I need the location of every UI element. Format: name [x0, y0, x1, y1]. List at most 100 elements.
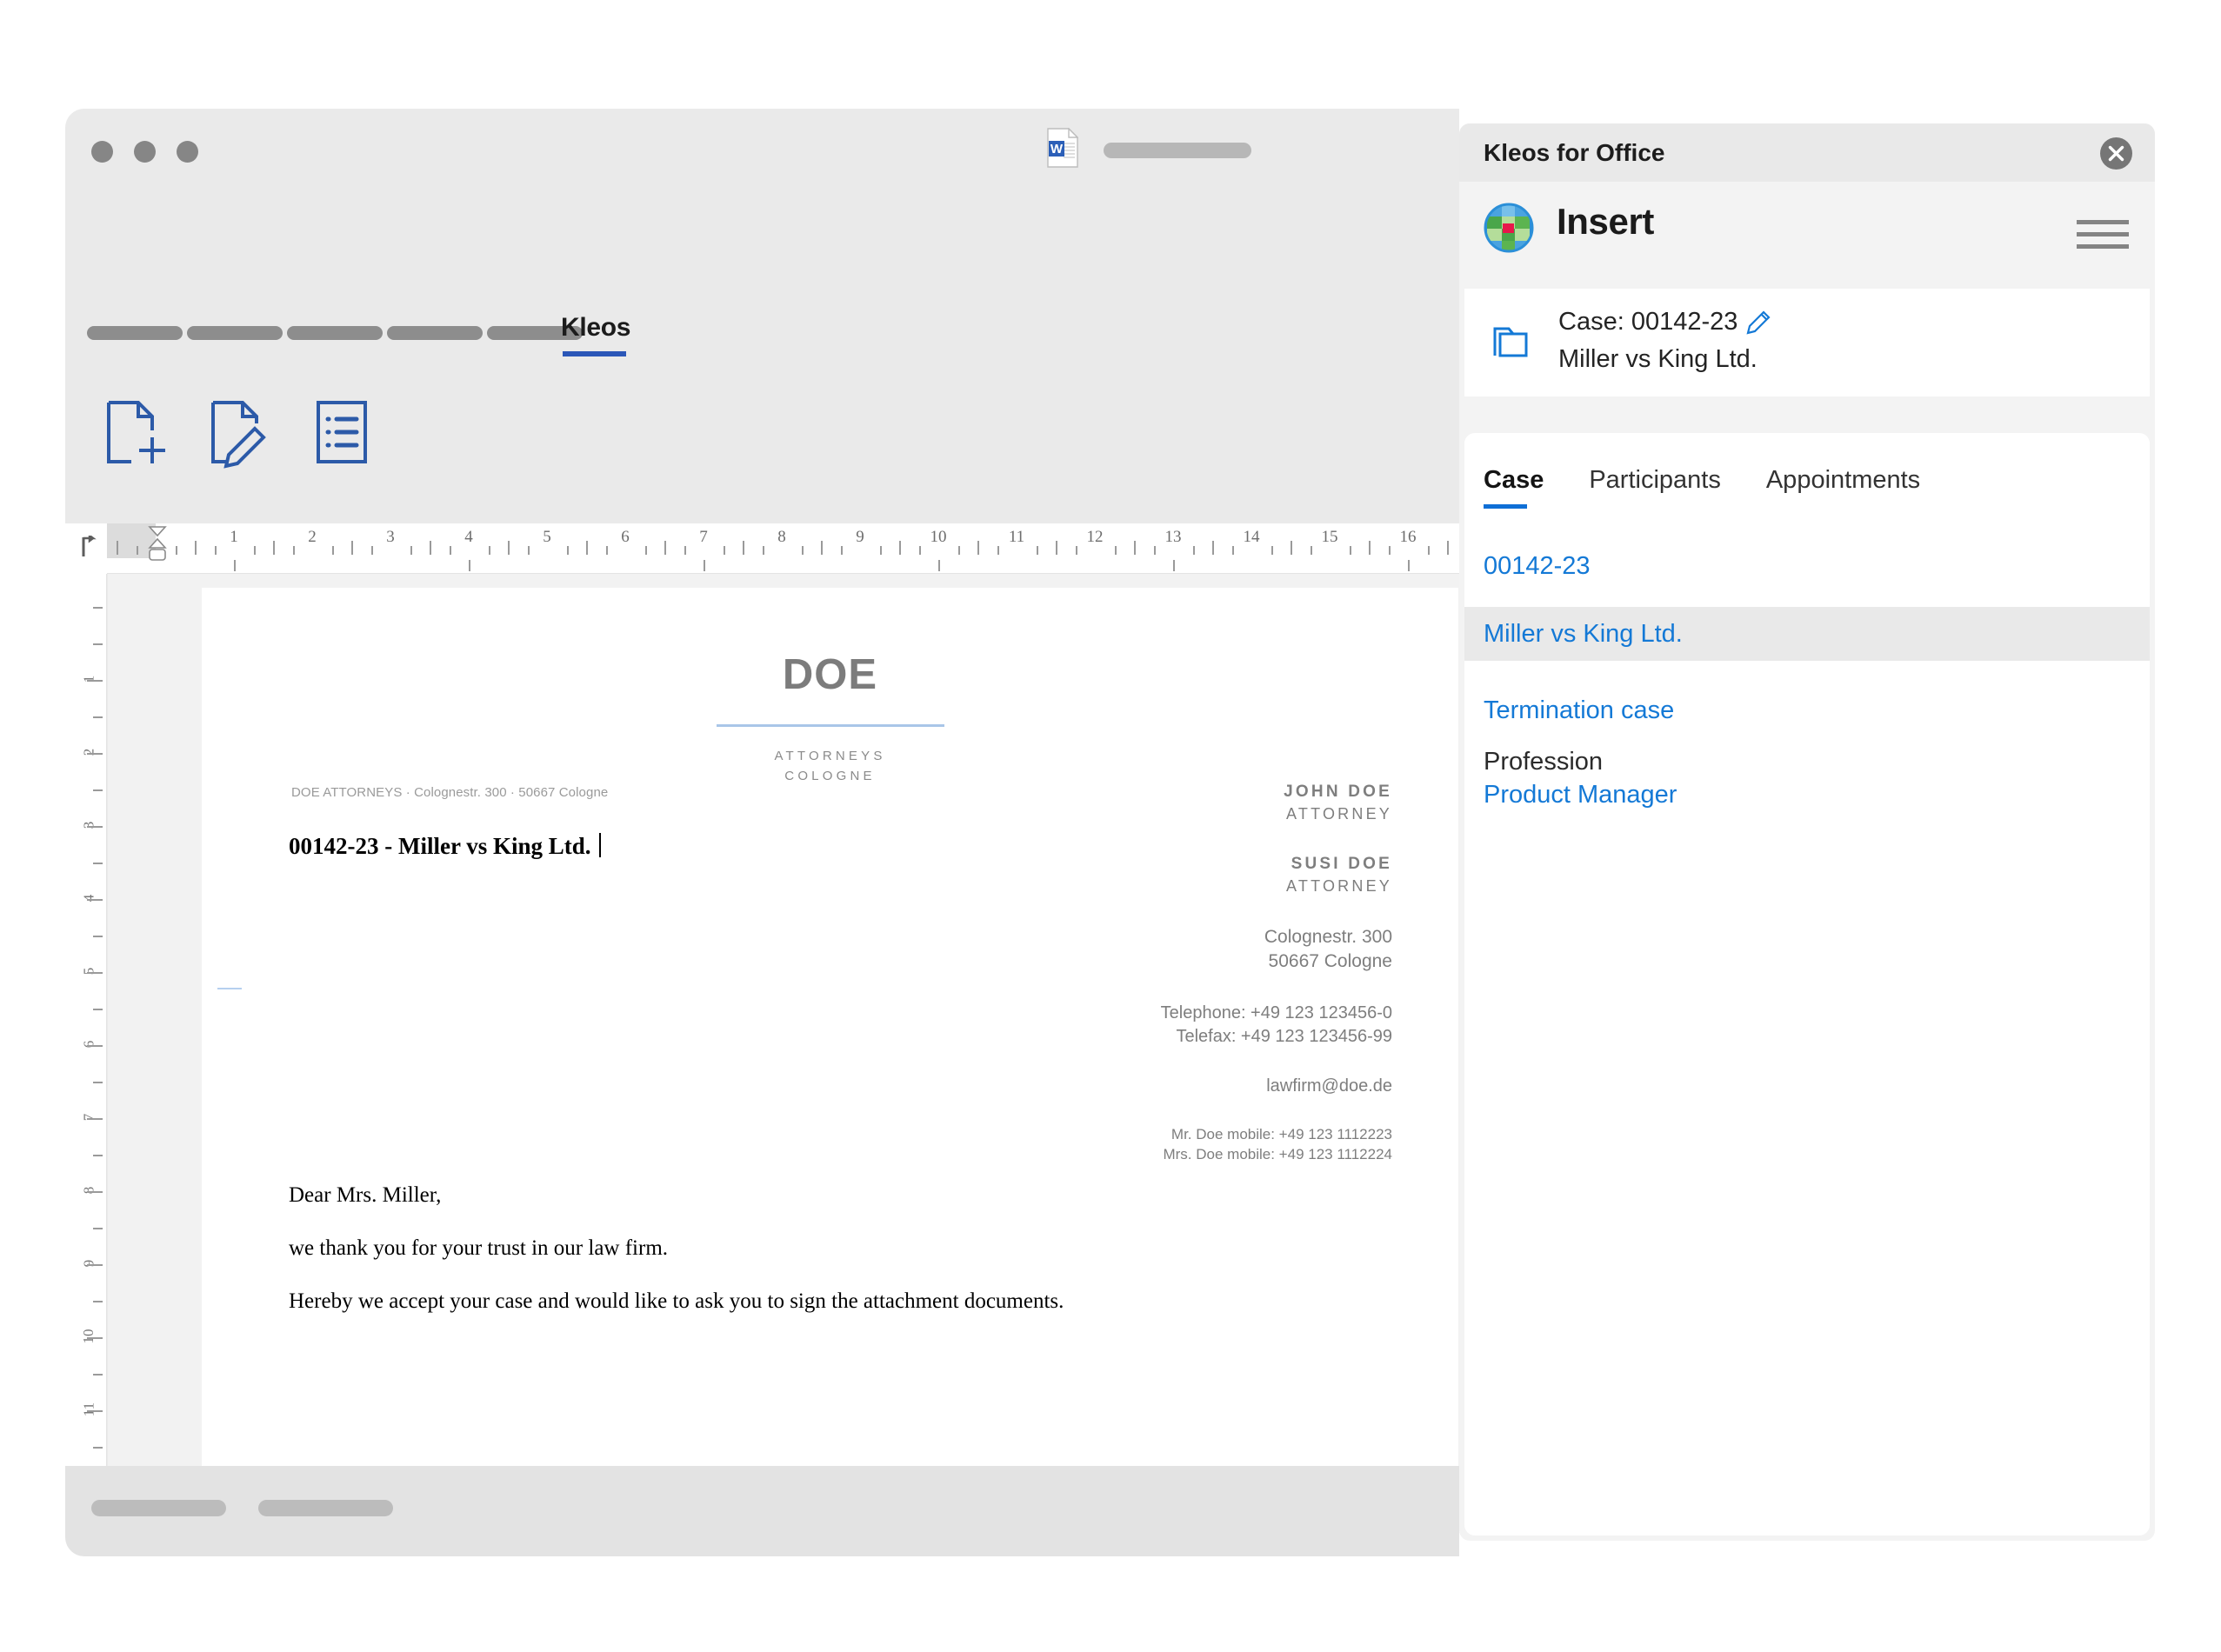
contact-spacer-2 — [1161, 897, 1392, 925]
case-reference-line[interactable]: 00142-23 - Miller vs King Ltd. — [289, 833, 601, 860]
firm-email: lawfirm@doe.de — [1161, 1076, 1392, 1096]
vertical-ruler-tick-minor — [93, 972, 103, 974]
ruler-number: 13 — [1165, 528, 1182, 547]
ribbon-tab-placeholder-1[interactable] — [87, 326, 183, 340]
pencil-edit-icon[interactable] — [1746, 310, 1771, 335]
vertical-ruler-tick-minor — [93, 1410, 103, 1412]
hamburger-bar-1 — [2077, 220, 2129, 224]
contact-spacer-4 — [1161, 1049, 1392, 1076]
contact-spacer-1 — [1161, 825, 1392, 853]
ruler-tick — [1115, 546, 1117, 555]
firm-telephone: Telephone: +49 123 123456-0 — [1161, 1002, 1392, 1025]
tab-stop-selector[interactable] — [65, 523, 107, 574]
ruler-tick — [1311, 546, 1312, 555]
contact-spacer-5 — [1161, 1096, 1392, 1124]
attorney-2-role: ATTORNEY — [1161, 876, 1392, 897]
ruler-tick — [1447, 541, 1449, 555]
ruler-tick — [586, 541, 588, 555]
close-window-button[interactable] — [91, 141, 113, 163]
hamburger-menu-icon[interactable] — [2077, 220, 2129, 250]
ruler-number: 5 — [543, 528, 551, 547]
ruler-number: 8 — [777, 528, 786, 547]
vertical-ruler-tick-minor — [93, 789, 103, 791]
ruler-tick — [1212, 541, 1214, 555]
ruler-tick — [1291, 541, 1292, 555]
hamburger-bar-2 — [2077, 232, 2129, 236]
status-placeholder-1 — [91, 1500, 226, 1516]
ribbon-tab-placeholder-2[interactable] — [187, 326, 283, 340]
vertical-ruler-tick-minor — [93, 607, 103, 609]
ruler-tick — [724, 546, 725, 555]
word-title-bar: W — [65, 109, 1459, 196]
new-document-icon[interactable] — [97, 396, 170, 469]
vertical-ruler-tick-minor — [93, 863, 103, 864]
ruler-tick — [293, 546, 295, 555]
profession-label: Profession — [1484, 748, 1603, 776]
window-controls[interactable] — [91, 141, 198, 163]
attorney-2-name: SUSI DOE — [1161, 853, 1392, 876]
vertical-ruler-tick-minor — [93, 1045, 103, 1047]
vertical-ruler-tick-minor — [93, 899, 103, 901]
ruler-tab-stop[interactable] — [1408, 560, 1410, 571]
attorney-1-mobile: Mr. Doe mobile: +49 123 1112223 — [1161, 1124, 1392, 1144]
ruler-tick — [977, 541, 979, 555]
ruler-tab-stop[interactable] — [938, 560, 940, 571]
document-canvas[interactable]: DOE ATTORNEYS COLOGNE DOE ATTORNEYS · Co… — [108, 574, 1459, 1466]
ruler-number: 1 — [230, 528, 238, 547]
kleos-panel-title: Kleos for Office — [1484, 139, 1664, 167]
vertical-ruler-tick-minor — [93, 1118, 103, 1120]
selected-case-card[interactable]: Case: 00142-23 Miller vs King Ltd. — [1464, 289, 2150, 396]
ruler-tick — [664, 541, 666, 555]
maximize-window-button[interactable] — [177, 141, 198, 163]
kleos-panel-title-bar: Kleos for Office — [1459, 123, 2155, 182]
vertical-ruler[interactable]: 12345678910111213 — [65, 574, 107, 1466]
attorney-1-name: JOHN DOE — [1161, 781, 1392, 803]
close-icon[interactable] — [2100, 137, 2132, 170]
ruler-tick — [606, 546, 608, 555]
indent-marker-icon[interactable] — [147, 525, 168, 570]
document-list-icon[interactable] — [305, 396, 378, 469]
letter-salutation: Dear Mrs. Miller, — [289, 1183, 1064, 1208]
kleos-task-pane: Kleos for Office — [1459, 123, 2155, 1541]
tab-participants[interactable]: Participants — [1589, 466, 1721, 509]
vertical-ruler-tick-minor — [93, 1301, 103, 1302]
ribbon-tab-placeholder-3[interactable] — [287, 326, 383, 340]
ribbon-tab-placeholder-4[interactable] — [387, 326, 483, 340]
fold-mark — [217, 988, 242, 989]
vertical-ruler-tick-minor — [93, 1009, 103, 1010]
tab-case[interactable]: Case — [1484, 466, 1544, 509]
ruler-tick — [1369, 541, 1371, 555]
vertical-ruler-tick-minor — [93, 1228, 103, 1229]
hamburger-bar-3 — [2077, 244, 2129, 249]
case-type-link[interactable]: Termination case — [1464, 683, 2150, 737]
ruler-number: 6 — [621, 528, 630, 547]
ruler-tick — [1134, 541, 1136, 555]
ruler-tick — [821, 541, 823, 555]
ruler-tab-stop[interactable] — [234, 560, 236, 571]
tab-appointments[interactable]: Appointments — [1766, 466, 1920, 509]
ruler-tick — [899, 541, 901, 555]
ribbon-tab-kleos[interactable]: Kleos — [561, 313, 630, 343]
ruler-number: 16 — [1400, 528, 1417, 547]
vertical-ruler-tick-minor — [93, 1082, 103, 1083]
case-card-number-row: Case: 00142-23 — [1558, 308, 1771, 336]
vertical-ruler-tick-minor — [93, 716, 103, 718]
letterhead-divider — [717, 724, 944, 727]
ruler-tab-stop[interactable] — [704, 560, 705, 571]
ruler-tick — [1271, 546, 1273, 555]
ruler-number: 3 — [386, 528, 395, 547]
document-page[interactable]: DOE ATTORNEYS COLOGNE DOE ATTORNEYS · Co… — [202, 588, 1458, 1556]
kleos-tab-bar: Case Participants Appointments — [1484, 466, 1920, 509]
case-number-link[interactable]: 00142-23 — [1464, 539, 2150, 593]
horizontal-ruler[interactable]: 1234567891011121314151617 — [65, 523, 1459, 574]
ruler-tick — [450, 546, 451, 555]
edit-document-icon[interactable] — [201, 396, 274, 469]
profession-value[interactable]: Product Manager — [1484, 781, 1677, 809]
letter-body[interactable]: Dear Mrs. Miller, we thank you for your … — [289, 1183, 1064, 1342]
minimize-window-button[interactable] — [134, 141, 156, 163]
ruler-tab-stop[interactable] — [1173, 560, 1175, 571]
case-name-link[interactable]: Miller vs King Ltd. — [1464, 607, 2150, 661]
ruler-tick — [1154, 546, 1156, 555]
ruler-tab-stop[interactable] — [469, 560, 470, 571]
ribbon-tab-kleos-underline — [563, 351, 626, 356]
